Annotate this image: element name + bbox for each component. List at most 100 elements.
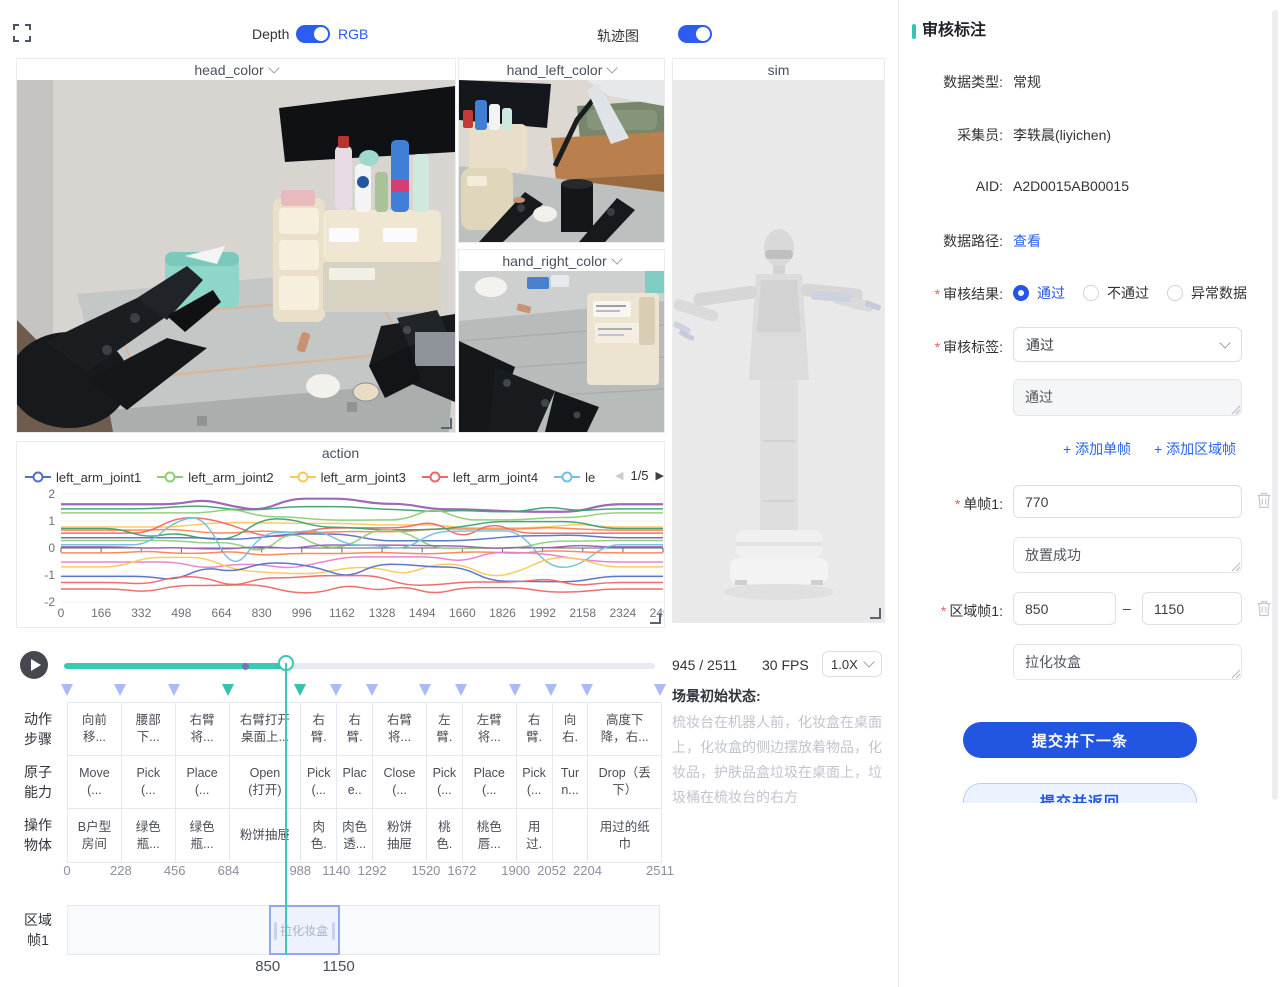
timeline-flag-marker[interactable] [222,684,234,696]
step-cell[interactable]: Place (... [463,756,517,809]
tag-select[interactable]: 通过 [1013,327,1242,362]
step-cell[interactable]: Drop（丢 下） [588,756,661,809]
region-frame-from-input[interactable] [1013,592,1116,625]
playhead-line[interactable] [285,663,287,955]
frame-axis-label: 1292 [348,863,396,878]
resize-handle-icon[interactable] [1231,405,1241,415]
legend-item[interactable]: left_arm_joint1 [25,470,141,485]
step-cell[interactable]: 左 臂. [427,703,463,756]
step-cell[interactable]: Pick (... [427,756,463,809]
step-cell[interactable]: 右 臂. [517,703,553,756]
timeline-flag-marker[interactable] [455,684,467,696]
radio-abnormal[interactable] [1167,285,1183,301]
delete-region-frame-icon[interactable] [1256,600,1272,617]
timeline-flag-marker[interactable] [114,684,126,696]
radio-abnormal-label[interactable]: 异常数据 [1191,283,1247,303]
segment-right-handle[interactable] [332,922,335,940]
trajectory-toggle[interactable] [678,25,712,43]
step-cell[interactable]: 肉色 透... [337,809,373,862]
legend-next-icon[interactable]: ▶ [656,469,664,482]
step-cell[interactable]: 用 过. [517,809,553,862]
speed-select[interactable]: 1.0X [822,651,882,677]
region-frame-desc-textarea[interactable]: 拉化妆盒 [1013,644,1242,680]
timeline-flag-marker[interactable] [581,684,593,696]
timeline-flag-marker[interactable] [545,684,557,696]
timeline-flag-marker[interactable] [654,684,666,696]
timeline-flag-marker[interactable] [330,684,342,696]
step-cell[interactable]: Place (... [176,756,230,809]
region-frame-to-input[interactable] [1142,592,1242,625]
single-frame-desc-textarea[interactable]: 放置成功 [1013,537,1242,573]
radio-fail-label[interactable]: 不通过 [1107,283,1149,303]
legend-prev-icon[interactable]: ◀ [615,469,623,482]
region-track-bar[interactable]: 拉化妆盒 [67,905,660,955]
radio-pass[interactable] [1013,285,1029,301]
step-cell[interactable]: 左臂 将... [463,703,517,756]
step-cell[interactable]: 向前 移... [68,703,122,756]
timeline-flag-marker[interactable] [419,684,431,696]
legend-item[interactable]: le [554,470,595,485]
submit-return-button[interactable]: 提交并返回 [963,783,1197,803]
single-frame-input[interactable] [1013,485,1242,518]
resize-handle-icon[interactable] [1231,562,1241,572]
playback-slider[interactable] [64,663,655,669]
play-button[interactable] [20,651,48,679]
step-cell[interactable]: Close (... [373,756,427,809]
step-cell[interactable]: Open (打开) [230,756,302,809]
segment-left-handle[interactable] [274,922,277,940]
step-cell[interactable]: 用过的纸 巾 [588,809,661,862]
timeline-flag-marker[interactable] [509,684,521,696]
add-region-frame-link[interactable]: + 添加区域帧 [1154,439,1236,459]
timeline-flag-marker[interactable] [294,684,306,696]
resize-handle-icon[interactable] [1231,669,1241,679]
step-cell[interactable]: Pick (... [301,756,337,809]
step-cell[interactable]: 右臂 将... [373,703,427,756]
step-cell[interactable]: 腰部 下... [122,703,176,756]
step-cell[interactable]: 绿色 瓶... [176,809,230,862]
step-cell[interactable]: 桃色 唇... [463,809,517,862]
step-cell[interactable]: Pick (... [517,756,553,809]
step-cell[interactable]: B户型 房间 [68,809,122,862]
step-cell[interactable] [553,809,589,862]
step-cell[interactable]: Tur n... [553,756,589,809]
legend-item[interactable]: left_arm_joint2 [157,470,273,485]
step-cell[interactable]: 高度下 降，右... [588,703,661,756]
resize-corner-icon[interactable] [870,608,881,619]
add-single-frame-link[interactable]: + 添加单帧 [1063,439,1131,459]
step-cell[interactable]: 右臂打开 桌面上... [230,703,302,756]
head-color-title[interactable]: head_color [17,59,455,80]
step-cell[interactable]: 右 臂. [301,703,337,756]
radio-fail[interactable] [1083,285,1099,301]
step-cell[interactable]: 粉饼 抽屉 [373,809,427,862]
timeline-flag-marker[interactable] [168,684,180,696]
depth-rgb-toggle[interactable] [296,25,330,43]
tag-note-textarea[interactable]: 通过 [1013,379,1242,416]
submit-next-button[interactable]: 提交并下一条 [963,722,1197,758]
timeline-flag-marker[interactable] [366,684,378,696]
resize-corner-icon[interactable] [650,613,661,624]
step-cell[interactable]: 绿色 瓶... [122,809,176,862]
radio-pass-label[interactable]: 通过 [1037,283,1065,303]
frame-axis-label: 456 [151,863,199,878]
step-cell[interactable]: 右 臂. [337,703,373,756]
region-segment[interactable]: 拉化妆盒 [269,905,340,955]
legend-item[interactable]: left_arm_joint4 [422,470,538,485]
trajectory-label: 轨迹图 [597,26,639,46]
timeline-flag-marker[interactable] [61,684,73,696]
fullscreen-icon[interactable] [13,24,31,42]
step-cell[interactable]: Move (... [68,756,122,809]
delete-single-frame-icon[interactable] [1256,492,1272,509]
step-cell[interactable]: 向 右. [553,703,589,756]
step-cell[interactable]: 肉 色. [301,809,337,862]
resize-corner-icon[interactable] [441,418,452,429]
step-cell[interactable]: Pick (... [122,756,176,809]
step-cell[interactable]: 桃 色. [427,809,463,862]
legend-item[interactable]: left_arm_joint3 [290,470,406,485]
step-cell[interactable]: 右臂 将... [176,703,230,756]
hand-right-title[interactable]: hand_right_color [459,250,664,271]
step-cell[interactable]: 粉饼抽屉 [230,809,302,862]
scrollbar[interactable] [1272,10,1278,800]
data-path-view-link[interactable]: 查看 [1013,231,1041,251]
hand-left-title[interactable]: hand_left_color [459,59,664,80]
step-cell[interactable]: Plac e.. [337,756,373,809]
